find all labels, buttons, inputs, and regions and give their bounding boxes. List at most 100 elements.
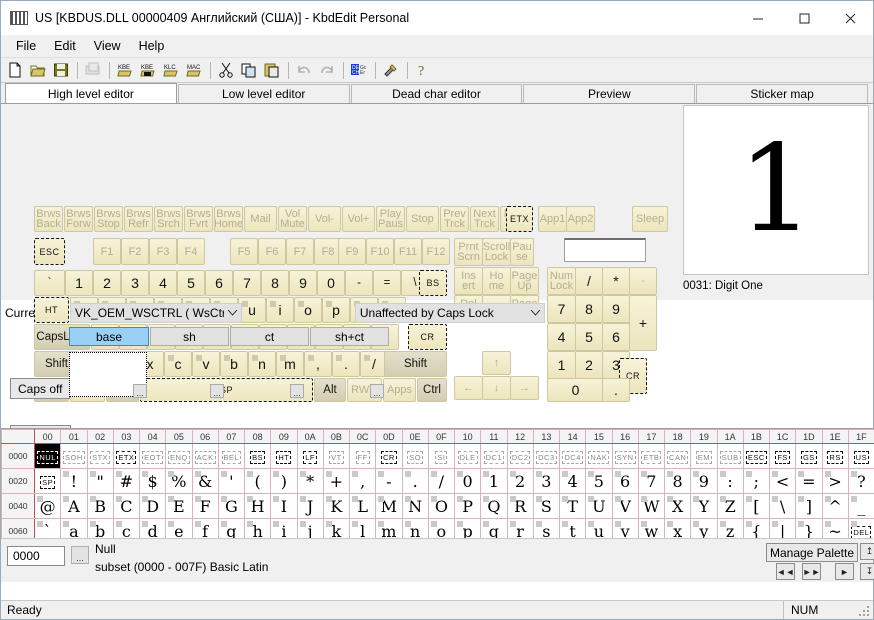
- charmap-cell[interactable]: N: [402, 494, 428, 519]
- media-key-brws-forw[interactable]: BrwsForw: [64, 206, 93, 232]
- key-numpad-minus[interactable]: -: [629, 267, 657, 295]
- help-icon[interactable]: ?: [412, 59, 434, 81]
- charmap-cell[interactable]: VT: [323, 444, 349, 469]
- charmap-cell[interactable]: BS: [245, 444, 271, 469]
- charmap-cell[interactable]: A: [61, 494, 87, 519]
- caps-off-button[interactable]: Caps off: [10, 378, 70, 399]
- close-button[interactable]: [827, 1, 873, 35]
- charmap-cell[interactable]: &: [192, 469, 218, 494]
- key-i[interactable]: i: [266, 297, 294, 323]
- key-f2[interactable]: F2: [121, 238, 149, 265]
- key-8[interactable]: 8: [261, 270, 289, 296]
- charmap-cell[interactable]: <: [770, 469, 796, 494]
- key-pause[interactable]: Pause: [510, 238, 534, 266]
- charmap-cell[interactable]: 6: [612, 469, 638, 494]
- charmap-cell[interactable]: V: [612, 494, 638, 519]
- codepoint-input[interactable]: 0000: [7, 546, 65, 566]
- resize-grip[interactable]: [858, 605, 870, 617]
- media-key-vol[interactable]: Vol-: [308, 206, 341, 232]
- charmap-cell[interactable]: RS: [822, 444, 848, 469]
- media-key-vol-mute[interactable]: VolMute: [278, 206, 307, 232]
- manage-palette-button[interactable]: Manage Palette: [766, 543, 858, 562]
- charmap-cell[interactable]: DLE: [455, 444, 481, 469]
- charmap-cell[interactable]: E: [166, 494, 192, 519]
- charmap-cell[interactable]: D: [140, 494, 166, 519]
- palette-up-button[interactable]: ↥: [860, 543, 874, 560]
- palette-down-button[interactable]: ↧: [860, 563, 874, 580]
- charmap-cell[interactable]: CAN: [665, 444, 691, 469]
- new-file-icon[interactable]: [4, 59, 26, 81]
- key-6[interactable]: 6: [205, 270, 233, 296]
- codepoint-browse-button[interactable]: ...: [71, 546, 89, 564]
- key-insert[interactable]: Insert: [454, 267, 483, 295]
- charmap-cell[interactable]: ENQ: [166, 444, 192, 469]
- charmap-cell[interactable]: GS: [796, 444, 822, 469]
- menu-file[interactable]: File: [7, 37, 45, 55]
- key-7[interactable]: 7: [233, 270, 261, 296]
- charmap-cell[interactable]: Q: [481, 494, 507, 519]
- charmap-cell[interactable]: ?: [848, 469, 874, 494]
- key-print-screen[interactable]: PrntScrn: [454, 238, 483, 266]
- charmap-cell[interactable]: ": [87, 469, 113, 494]
- cell-menu-sh[interactable]: ...: [210, 384, 224, 398]
- charmap-cell[interactable]: US: [848, 444, 874, 469]
- palette-play-button[interactable]: ►: [835, 563, 854, 580]
- media-key-mail[interactable]: Mail: [244, 206, 277, 232]
- charmap-cell[interactable]: >: [822, 469, 848, 494]
- charmap-cell[interactable]: DC1: [481, 444, 507, 469]
- charmap-cell[interactable]: -: [376, 469, 402, 494]
- key-1[interactable]: 1: [65, 270, 93, 296]
- charmap-cell[interactable]: +: [323, 469, 349, 494]
- charmap-cell[interactable]: =: [796, 469, 822, 494]
- charmap-cell[interactable]: J: [297, 494, 323, 519]
- palette-prev-button[interactable]: ◄◄: [776, 563, 795, 580]
- charmap-cell[interactable]: FF: [350, 444, 376, 469]
- charmap-cell[interactable]: LF: [297, 444, 323, 469]
- charmap-cell[interactable]: 0: [455, 469, 481, 494]
- key-f12[interactable]: F12: [422, 238, 450, 265]
- key-o[interactable]: o: [294, 297, 322, 323]
- copy-icon[interactable]: [238, 59, 260, 81]
- key-5[interactable]: 5: [177, 270, 205, 296]
- charmap-cell[interactable]: X: [665, 494, 691, 519]
- charmap-cell[interactable]: L: [350, 494, 376, 519]
- charmap-cell[interactable]: 3: [533, 469, 559, 494]
- cut-icon[interactable]: [215, 59, 237, 81]
- charmap-cell[interactable]: 8: [665, 469, 691, 494]
- maximize-button[interactable]: [781, 1, 827, 35]
- charmap-cell[interactable]: Y: [691, 494, 717, 519]
- charmap-cell[interactable]: SI: [428, 444, 454, 469]
- key-f10[interactable]: F10: [366, 238, 394, 265]
- save-icon[interactable]: [50, 59, 72, 81]
- open-mac-icon[interactable]: MAC: [183, 59, 205, 81]
- tab-preview[interactable]: Preview: [523, 84, 695, 103]
- modifier-tab-shct[interactable]: sh+ct: [310, 327, 389, 346]
- media-key-vol[interactable]: Vol+: [342, 206, 375, 232]
- charmap-cell[interactable]: DC4: [560, 444, 586, 469]
- charmap-cell[interactable]: O: [428, 494, 454, 519]
- charmap-cell[interactable]: ^: [822, 494, 848, 519]
- charmap-cell[interactable]: SOH: [61, 444, 87, 469]
- key-0[interactable]: 0: [317, 270, 345, 296]
- open-klc-icon[interactable]: KLC: [160, 59, 182, 81]
- key-numpad-9[interactable]: 9: [602, 295, 630, 323]
- key-etx[interactable]: ETX: [506, 206, 533, 232]
- key-page-up[interactable]: PageUp: [510, 267, 539, 295]
- key-u[interactable]: u: [238, 297, 266, 323]
- modifier-tab-sh[interactable]: sh: [150, 327, 229, 346]
- menu-view[interactable]: View: [85, 37, 130, 55]
- charmap-cell[interactable]: K: [323, 494, 349, 519]
- key-equal[interactable]: =: [373, 270, 401, 296]
- open-kbe-icon[interactable]: KBE: [114, 59, 136, 81]
- media-key-play-paus[interactable]: PlayPaus: [376, 206, 405, 232]
- key-scroll-lock[interactable]: ScrollLock: [482, 238, 511, 266]
- cell-menu-ct[interactable]: ...: [290, 384, 304, 398]
- key-numpad-8[interactable]: 8: [575, 295, 603, 323]
- key-3[interactable]: 3: [121, 270, 149, 296]
- key-f11[interactable]: F11: [394, 238, 422, 265]
- charmap-cell[interactable]: SO: [402, 444, 428, 469]
- key-f7[interactable]: F7: [286, 238, 314, 265]
- charmap-cell[interactable]: :: [717, 469, 743, 494]
- media-key-brws-srch[interactable]: BrwsSrch: [154, 206, 183, 232]
- charmap-cell[interactable]: %: [166, 469, 192, 494]
